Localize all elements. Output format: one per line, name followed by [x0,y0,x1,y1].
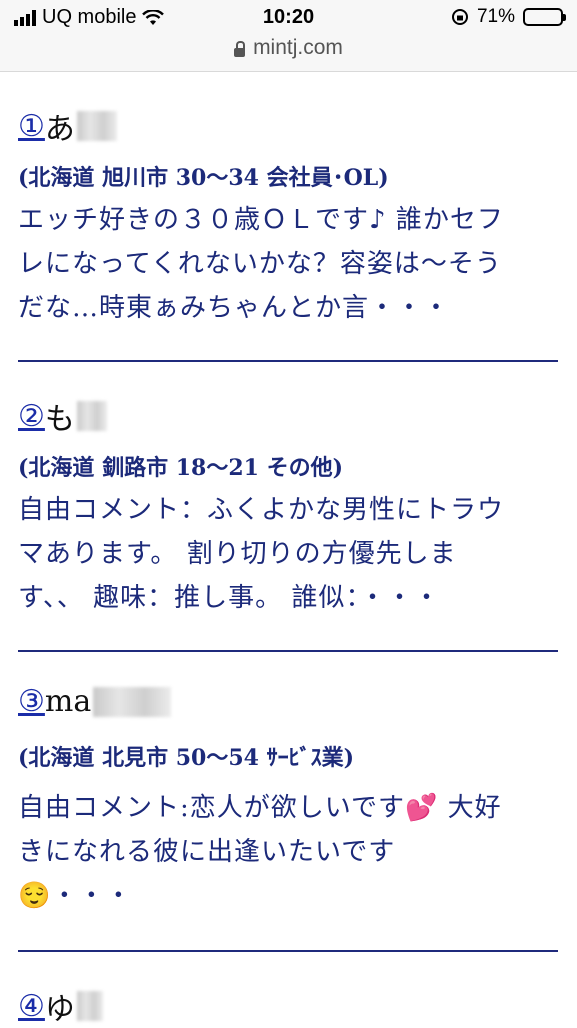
censored-name-blur [76,111,117,141]
post-body: 自由コメント：ふくよかな男性にトラウ マあります。 割り切りの方優先しま す、、… [18,488,563,620]
battery-percent: 71% [476,6,515,27]
post-meta: (北海道 釧路市 18〜21 その他) [18,455,344,481]
post-header: ② も [18,394,107,438]
post-body-line: 自由コメント：ふくよかな男性にトラウ [18,495,505,525]
post-number-link[interactable]: ② [18,399,45,434]
divider [18,360,558,362]
post-number-link[interactable]: ① [18,109,45,144]
post-body-line: 😌・・・ [18,881,133,911]
status-bar: UQ mobile 10:20 71% mintj.com [0,0,577,72]
post-body-line: マあります。 割り切りの方優先しま [18,539,457,569]
post-body: エッチ好きの３０歳ＯＬです♪ 誰かセフ レになってくれないかな？容姿は〜そう だ… [18,198,563,330]
post-number-link[interactable]: ④ [18,989,45,1024]
censored-name-blur [76,991,103,1021]
divider [18,650,558,652]
battery-icon [523,8,566,26]
post-header: ③ ma [18,684,172,719]
post-body: 自由コメント:恋人が欲しいです💕 大好 きになれる彼に出逢いたいです 😌・・・ [18,786,563,918]
post-body-line: だな…時東ぁみちゃんとか言・・・ [18,293,451,323]
post-header: ① あ [18,104,117,148]
battery-group: 71% [451,6,566,28]
poster-name: あ [44,112,75,147]
poster-name: ゆ [44,992,75,1027]
poster-name: も [44,402,75,437]
post-header: ④ ゆ [18,984,103,1028]
post-body-line: レになってくれないかな？容姿は〜そう [18,249,502,279]
post-body-line: エッチ好きの３０歳ＯＬです♪ 誰かセフ [18,205,504,235]
censored-name-blur [76,401,107,431]
post-body-line: す、、 趣味：推し事。 誰似：・・・ [18,583,441,613]
rotation-lock-icon [451,9,468,25]
post-body-line: 自由コメント:恋人が欲しいです💕 大好 [18,793,502,823]
post-meta: (北海道 北見市 50〜54 ｻｰﾋﾞｽ業) [18,745,355,771]
post-body-line: きになれる彼に出逢いたいです [18,837,396,867]
lock-icon [234,40,246,57]
censored-name-blur [93,686,172,717]
poster-name: ma [44,684,92,719]
post-meta: (北海道 旭川市 30〜34 会社員･OL) [18,165,389,191]
divider [18,950,558,952]
url-text: mintj.com [253,36,343,59]
post-number-link[interactable]: ③ [18,684,45,719]
address-bar[interactable]: mintj.com [0,36,577,60]
